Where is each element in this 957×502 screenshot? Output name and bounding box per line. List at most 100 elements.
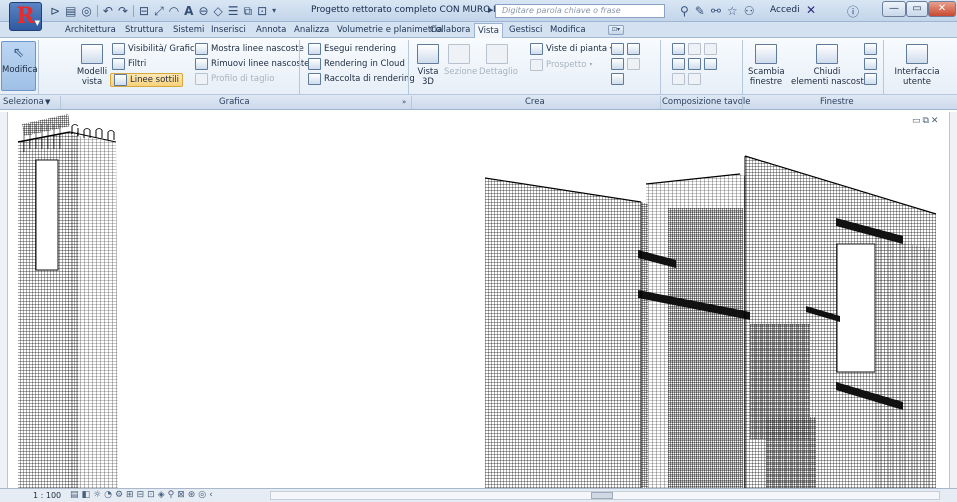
close-hidden-windows-icon bbox=[816, 44, 838, 64]
subscription-icon[interactable]: ✎ bbox=[695, 4, 705, 18]
undo-icon[interactable]: ↶ bbox=[103, 3, 113, 19]
modify-button[interactable]: ⇖ Modifica bbox=[2, 44, 38, 75]
user-interface-button[interactable]: Interfaccia utente bbox=[886, 44, 948, 87]
title-bar: R ▼ ⊳ ▤ ◎ ↶ ↷ ⊟ ⤢ ◠ A ⊖ ◇ ☰ ⧉ ⊡ ▾ Proget… bbox=[0, 0, 957, 31]
show-hidden-lines-button[interactable]: Mostra linee nascoste bbox=[195, 43, 304, 55]
measure-icon[interactable]: ⤢ bbox=[154, 3, 164, 19]
view-templates-button[interactable]: Modelli vista bbox=[74, 44, 110, 87]
lock-view-icon[interactable]: ⊡ bbox=[147, 490, 155, 501]
revisions-icon bbox=[704, 43, 717, 55]
signin-button[interactable]: Accedi bbox=[770, 5, 800, 15]
scrollbar-thumb[interactable] bbox=[591, 492, 613, 499]
tab-vista[interactable]: Vista bbox=[474, 23, 503, 38]
search-input[interactable]: Digitare parola chiave o frase bbox=[495, 4, 665, 18]
section-icon[interactable]: ◇ bbox=[214, 3, 223, 19]
thin-lines-icon[interactable]: ☰ bbox=[228, 3, 239, 19]
binoculars-icon[interactable]: ⚲ bbox=[680, 4, 689, 18]
filters-button[interactable]: Filtri bbox=[112, 58, 146, 70]
schedules-button[interactable] bbox=[611, 73, 624, 85]
temporary-hide-icon[interactable]: ◈ bbox=[158, 490, 165, 501]
render-cloud-button[interactable]: Rendering in Cloud bbox=[308, 58, 405, 70]
remove-hidden-lines-button[interactable]: Rimuovi linee nascoste bbox=[195, 58, 309, 70]
elevation-button[interactable]: Prospetto ▾ bbox=[530, 59, 592, 71]
save-icon[interactable]: ▤ bbox=[65, 3, 76, 19]
tab-architettura[interactable]: Architettura bbox=[62, 23, 119, 38]
text-icon[interactable]: A bbox=[184, 3, 193, 19]
tab-inserisci[interactable]: Inserisci bbox=[208, 23, 249, 38]
render-cloud-label: Rendering in Cloud bbox=[324, 59, 405, 69]
reveal-hidden-icon[interactable]: ⚲ bbox=[168, 490, 175, 501]
open-icon[interactable]: ⊳ bbox=[50, 3, 60, 19]
chevron-down-icon[interactable]: ▼ bbox=[45, 98, 50, 106]
visual-style-icon[interactable]: ◧ bbox=[82, 490, 91, 501]
replicate-icon[interactable] bbox=[864, 43, 877, 55]
3d-view-button[interactable]: Vista 3D bbox=[413, 44, 443, 87]
switch-windows-icon[interactable]: ⊡ bbox=[257, 3, 267, 19]
help-icon[interactable]: ⓘ bbox=[847, 3, 859, 20]
chevron-right-icon[interactable]: ▶ bbox=[488, 6, 493, 14]
panel-seleziona[interactable]: Seleziona bbox=[3, 97, 44, 107]
highlight-icon[interactable]: ◎ bbox=[198, 490, 206, 501]
panel-launcher-icon[interactable]: » bbox=[402, 98, 406, 106]
favorites-icon[interactable]: ☆ bbox=[727, 4, 738, 18]
tab-gestisci[interactable]: Gestisci bbox=[506, 23, 545, 38]
cascade-icon[interactable] bbox=[864, 58, 877, 70]
shadows-icon[interactable]: ◔ bbox=[104, 490, 112, 501]
3d-view-label-2: 3D bbox=[422, 77, 434, 87]
view-reference-button[interactable] bbox=[672, 73, 701, 85]
thin-lines-button[interactable]: Linee sottili bbox=[110, 73, 184, 87]
tab-sistemi[interactable]: Sistemi bbox=[170, 23, 207, 38]
sync-icon[interactable]: ◎ bbox=[81, 3, 91, 19]
3d-icon[interactable]: ⊖ bbox=[198, 3, 208, 19]
minimize-button[interactable]: — bbox=[882, 1, 906, 17]
legend-icon bbox=[627, 43, 640, 55]
rendering-dialog-icon[interactable]: ⚙ bbox=[115, 490, 123, 501]
close-window-button[interactable]: ✕ bbox=[928, 1, 956, 17]
cut-profile-button[interactable]: Profilo di taglio bbox=[195, 73, 274, 85]
show-crop-icon[interactable]: ⊟ bbox=[137, 490, 145, 501]
worksharing-icon[interactable]: ⊠ bbox=[177, 490, 185, 501]
tab-overflow-button[interactable]: ⊡▾ bbox=[608, 25, 624, 35]
detail-level-icon[interactable]: ▤ bbox=[70, 490, 79, 501]
render-gallery-button[interactable]: Raccolta di rendering bbox=[308, 73, 415, 85]
maximize-button[interactable]: ▭ bbox=[906, 1, 928, 17]
tab-collabora[interactable]: Collabora bbox=[427, 23, 473, 38]
duplicate-view-button[interactable] bbox=[611, 58, 640, 70]
callout-button[interactable]: Dettaglio bbox=[479, 44, 518, 77]
close-hidden-icon[interactable]: ⧉ bbox=[244, 3, 253, 19]
plan-views-label: Viste di pianta bbox=[546, 44, 608, 54]
tab-annota[interactable]: Annota bbox=[253, 23, 289, 38]
render-button[interactable]: Esegui rendering bbox=[308, 43, 396, 55]
3d-view-canvas[interactable] bbox=[8, 112, 949, 488]
analytical-model-icon[interactable]: ⊛ bbox=[188, 490, 196, 501]
customize-qat-icon[interactable]: ▾ bbox=[272, 3, 276, 19]
section-button[interactable]: Sezione bbox=[444, 44, 477, 77]
sheet-button[interactable] bbox=[672, 43, 717, 55]
application-menu-button[interactable]: R ▼ bbox=[9, 2, 42, 31]
exchange-apps-icon[interactable]: ✕ bbox=[806, 3, 816, 17]
visibility-graphics-button[interactable]: Visibilità/ Grafica bbox=[112, 43, 200, 55]
close-hidden-button[interactable]: Chiudi elementi nascosti bbox=[791, 44, 866, 87]
drafting-view-button[interactable] bbox=[611, 43, 640, 55]
tab-analizza[interactable]: Analizza bbox=[291, 23, 332, 38]
dimension-icon[interactable]: ◠ bbox=[169, 3, 179, 19]
tab-struttura[interactable]: Struttura bbox=[122, 23, 166, 38]
sun-path-icon[interactable]: ☼ bbox=[93, 490, 101, 501]
switch-windows-button[interactable]: Scambia finestre bbox=[748, 44, 785, 87]
plan-views-button[interactable]: Viste di pianta ▾ bbox=[530, 43, 613, 55]
house-icon bbox=[417, 44, 439, 64]
communication-icon[interactable]: ⚯ bbox=[711, 4, 721, 18]
tab-modifica[interactable]: Modifica bbox=[547, 23, 589, 38]
tile-icon[interactable] bbox=[864, 73, 877, 85]
chevron-left-icon[interactable]: ‹ bbox=[209, 490, 213, 501]
crop-view-icon[interactable]: ⊞ bbox=[126, 490, 134, 501]
close-hidden-label-1: Chiudi bbox=[813, 67, 841, 77]
user-icon[interactable]: ⚇ bbox=[744, 4, 755, 18]
horizontal-scrollbar[interactable] bbox=[270, 491, 940, 500]
print-icon[interactable]: ⊟ bbox=[139, 3, 149, 19]
ribbon-tabs: Architettura Struttura Sistemi Inserisci… bbox=[0, 22, 957, 38]
view-scale[interactable]: 1 : 100 bbox=[33, 491, 61, 500]
redo-icon[interactable]: ↷ bbox=[118, 3, 128, 19]
view-window-controls[interactable]: ▭⧉✕ bbox=[912, 116, 940, 126]
place-view-button[interactable] bbox=[672, 58, 717, 70]
